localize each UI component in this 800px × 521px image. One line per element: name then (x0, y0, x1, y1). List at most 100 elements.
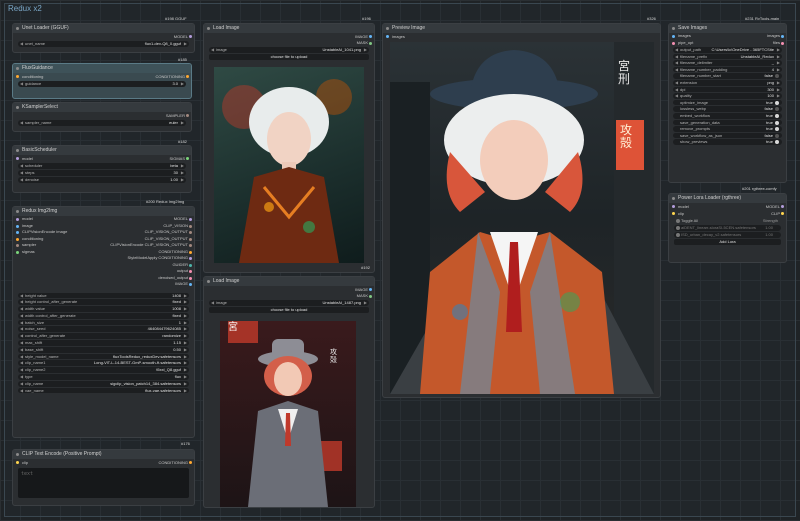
load-image-node-1[interactable]: Load Image IMAGE MASK ◀ image UnstableAI_1… (203, 23, 375, 273)
unet-loader-node[interactable]: Unet Loader (GGUF) MODEL ◀ unet_name flux1… (12, 23, 195, 53)
widget[interactable]: ◀ width value 1008 ▶ (18, 306, 189, 312)
decrement-arrow[interactable]: ◀ (20, 313, 23, 319)
lora-row-2[interactable]: ISD_urban_decay_v2.safetensors 1.00 (674, 232, 781, 238)
decrement-arrow[interactable]: ◀ (675, 54, 678, 60)
output-pin[interactable] (189, 250, 192, 254)
increment-arrow[interactable]: ▶ (777, 54, 780, 60)
conditioning-out-pin[interactable] (189, 461, 192, 464)
toggle-switch[interactable] (775, 100, 779, 105)
input-pin[interactable] (16, 244, 19, 247)
widget[interactable]: remove_prompts true (673, 126, 782, 132)
output-pin[interactable] (781, 35, 784, 38)
widget[interactable]: ◀ filename_delimiter _ ▶ (673, 60, 782, 66)
output-sampler[interactable]: SAMPLER (13, 112, 191, 119)
widget[interactable]: ◀ base_shift 0.50 ▶ (18, 346, 189, 353)
mask-pin[interactable] (369, 42, 372, 45)
power-lora-loader-node[interactable]: Power Lora Loader (rgthree) model MODEL c… (668, 193, 787, 263)
decrement-arrow[interactable]: ◀ (20, 367, 23, 373)
decrement-arrow[interactable]: ◀ (675, 93, 678, 99)
io-row[interactable]: pipe_opt files (669, 40, 786, 47)
decrement-arrow[interactable]: ◀ (675, 67, 678, 73)
scheduler-widget[interactable]: ◀ scheduler beta ▶ (18, 163, 186, 169)
sigmas-pin[interactable] (186, 157, 189, 160)
steps-widget[interactable]: ◀ steps 30 ▶ (18, 170, 186, 176)
load-image-node-2[interactable]: Load Image IMAGE MASK ◀ image UnstableAI_1… (203, 276, 375, 508)
increment-arrow[interactable]: ▶ (184, 374, 187, 380)
output-pin[interactable] (189, 218, 192, 221)
output-pin[interactable] (189, 224, 192, 228)
clip-in-pin[interactable] (16, 461, 19, 464)
toggle-all-switch[interactable] (676, 219, 680, 223)
widget[interactable]: ◀ quality 100 ▶ (673, 93, 782, 99)
node-header[interactable]: Preview Image (383, 24, 660, 33)
toggle-switch[interactable] (775, 127, 779, 132)
prompt-textarea[interactable]: text (18, 468, 189, 498)
widget[interactable]: ◀ output_path C:\Users\lc\OneDrive - 365FT… (673, 47, 782, 53)
widget[interactable]: ◀ type flux ▶ (18, 374, 189, 380)
widget[interactable]: ◀ clip_name2 t5xxl_Q8.gguf ▶ (18, 367, 189, 374)
model-io[interactable]: model SIGMAS (13, 155, 191, 162)
decrement-arrow[interactable]: ◀ (20, 381, 23, 387)
decrement-arrow[interactable]: ◀ (20, 306, 23, 312)
increment-arrow[interactable]: ▶ (184, 306, 187, 312)
increment-arrow[interactable]: ▶ (184, 293, 187, 299)
clip-out-pin[interactable] (781, 212, 784, 215)
increment-arrow[interactable]: ▶ (184, 354, 187, 360)
add-lora-button[interactable]: Add Lora (674, 239, 781, 245)
widget[interactable]: ◀ filename_number_padding 4 ▶ (673, 66, 782, 73)
decrement-arrow[interactable]: ◀ (675, 60, 678, 66)
toggle-all-row[interactable]: Toggle All Strength (674, 218, 781, 224)
conditioning-io[interactable]: conditioning CONDITIONING (13, 73, 191, 80)
widget[interactable]: ◀ batch_size 1 ▶ (18, 319, 189, 326)
widget[interactable]: ◀ filename_prefix UnstableAI_Redux ▶ (673, 53, 782, 60)
widget[interactable]: ◀ style_model_name fluxToolsRedux_reduxDev… (18, 353, 189, 360)
clip-io[interactable]: clip CONDITIONING (13, 459, 194, 466)
image-pin[interactable] (369, 35, 372, 38)
widget[interactable]: ◀ clip_name1 Long-ViT-L-14-BEST-GmP-smooth… (18, 360, 189, 367)
increment-arrow[interactable]: ▶ (184, 326, 187, 332)
sampler-pin[interactable] (186, 114, 189, 117)
decrement-arrow[interactable]: ◀ (20, 333, 23, 339)
unet-name-widget[interactable]: ◀ unet_name flux1-dev-Q8_0.gguf ▶ (18, 41, 189, 47)
input-pin[interactable] (16, 250, 19, 254)
node-header[interactable]: Load Image (204, 24, 374, 33)
ksampler-select-node[interactable]: KSamplerSelect SAMPLER ◀ sampler_name eule… (12, 102, 192, 132)
increment-arrow[interactable]: ▶ (184, 388, 187, 394)
node-header[interactable]: Power Lora Loader (rgthree) (669, 194, 786, 203)
basic-scheduler-node[interactable]: BasicScheduler model SIGMAS ◀ scheduler bet… (12, 145, 192, 193)
node-header[interactable]: Unet Loader (GGUF) (13, 24, 194, 33)
widget[interactable]: ◀ dpi 300 ▶ (673, 86, 782, 93)
image-output[interactable]: IMAGE (204, 33, 374, 40)
images-in-pin[interactable] (386, 35, 389, 38)
clip-in-pin[interactable] (672, 212, 675, 215)
increment-arrow[interactable]: ▶ (184, 333, 187, 339)
widget[interactable]: ◀ extension png ▶ (673, 79, 782, 86)
increment-arrow[interactable]: ▶ (184, 347, 187, 353)
clip-text-encode-node[interactable]: CLIP Text Encode (Positive Prompt) clip C… (12, 449, 195, 506)
toggle-switch[interactable] (775, 133, 779, 138)
decrement-arrow[interactable]: ◀ (675, 87, 678, 93)
widget[interactable]: ◀ width control_after_generate fixed ▶ (18, 312, 189, 319)
increment-arrow[interactable]: ▶ (777, 47, 780, 53)
output-pin[interactable] (189, 231, 192, 234)
image-file-widget[interactable]: ◀ image UnstableAI_1487.png ▶ (209, 300, 369, 306)
output-pin[interactable] (189, 276, 192, 280)
input-pin[interactable] (16, 224, 19, 228)
toggle-switch[interactable] (775, 140, 779, 145)
denoise-widget[interactable]: ◀ denoise 1.00 ▶ (18, 177, 186, 183)
sampler-name-widget[interactable]: ◀ sampler_name euler ▶ (18, 120, 186, 126)
toggle-switch[interactable] (775, 74, 779, 79)
output-pin[interactable] (781, 41, 784, 45)
increment-arrow[interactable]: ▶ (184, 320, 187, 326)
increment-arrow[interactable]: ▶ (184, 360, 187, 366)
widget[interactable]: ◀ vae_name flux-vae.safetensors ▶ (18, 387, 189, 394)
increment-arrow[interactable]: ▶ (184, 367, 187, 373)
mask-output[interactable]: MASK (204, 293, 374, 299)
image-output[interactable]: IMAGE (204, 286, 374, 293)
mask-output[interactable]: MASK (204, 40, 374, 46)
model-out-pin[interactable] (781, 205, 784, 208)
output-model[interactable]: MODEL (13, 33, 194, 40)
lora-toggle[interactable] (676, 226, 680, 230)
image-file-widget[interactable]: ◀ image UnstableAI_1041.png ▶ (209, 47, 369, 53)
model-in-pin[interactable] (672, 205, 675, 208)
